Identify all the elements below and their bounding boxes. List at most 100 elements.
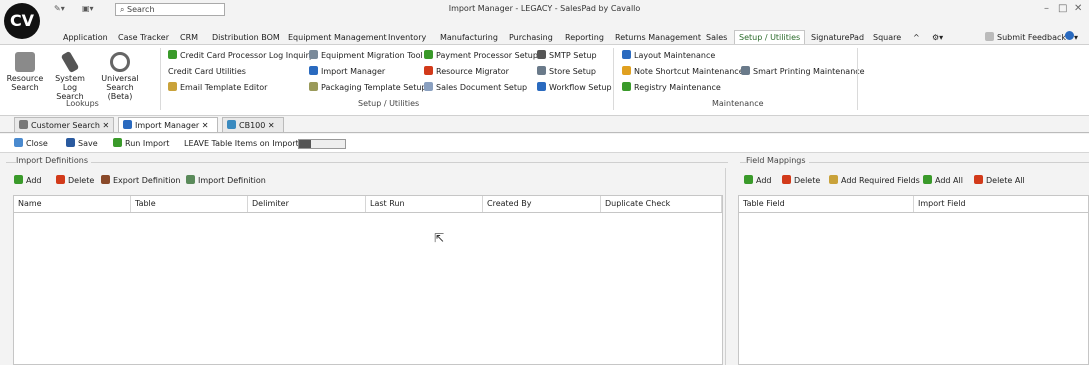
close-button[interactable]: ✕ <box>1074 3 1082 14</box>
leave-table-items-toggle[interactable] <box>298 139 346 149</box>
smart-printing-button[interactable]: Smart Printing Maintenance <box>741 66 865 78</box>
col-header-table-field[interactable]: Table Field <box>739 196 914 212</box>
run-import-button[interactable]: Run Import <box>113 138 169 150</box>
field-mappings-label: Field Mappings <box>746 156 809 165</box>
help-icon[interactable]: ▾ <box>1065 31 1078 44</box>
close-tab-icon[interactable]: ✕ <box>268 121 275 130</box>
tab-cb100[interactable]: CB100 ✕ <box>222 117 284 132</box>
payment-icon <box>424 50 433 59</box>
submit-feedback-button[interactable]: Submit Feedback <box>985 31 1066 44</box>
panel-splitter[interactable] <box>725 168 738 365</box>
email-template-editor-label: Email Template Editor <box>180 83 268 92</box>
minimize-button[interactable]: – <box>1044 3 1049 14</box>
settings-icon[interactable]: ⚙▾ <box>932 31 943 44</box>
smtp-setup-label: SMTP Setup <box>549 51 597 60</box>
layout-maintenance-label: Layout Maintenance <box>634 51 716 60</box>
packaging-template-button[interactable]: Packaging Template Setup <box>309 82 426 94</box>
payment-processor-button[interactable]: Payment Processor Setup <box>424 50 538 62</box>
add-required-fields-button[interactable]: Add Required Fields <box>829 175 920 187</box>
ribbon-tab-crm[interactable]: CRM <box>180 31 198 44</box>
save-button[interactable]: Save <box>66 138 98 150</box>
ribbon-tab-reporting[interactable]: Reporting <box>565 31 604 44</box>
col-header-duplicate-check[interactable]: Duplicate Check <box>601 196 722 212</box>
note-shortcut-button[interactable]: Note Shortcut Maintenance <box>622 66 744 78</box>
import-definitions-label: Import Definitions <box>16 156 91 165</box>
mapping-delete-button[interactable]: Delete <box>782 175 820 187</box>
ribbon-tab-purchasing[interactable]: Purchasing <box>509 31 553 44</box>
document-icon <box>424 82 433 91</box>
col-header-table[interactable]: Table <box>131 196 248 212</box>
definition-delete-label: Delete <box>68 176 95 185</box>
add-all-button[interactable]: Add All <box>923 175 963 187</box>
ribbon-tab-sales[interactable]: Sales <box>706 31 727 44</box>
resource-icon <box>424 66 433 75</box>
close-window-icon <box>14 138 23 147</box>
col-header-delimiter[interactable]: Delimiter <box>248 196 366 212</box>
mapping-add-button[interactable]: Add <box>744 175 772 187</box>
definition-delete-button[interactable]: Delete <box>56 175 94 187</box>
import-definitions-grid[interactable]: Name Table Delimiter Last Run Created By… <box>13 195 723 365</box>
tab-import-manager-label: Import Manager <box>135 121 200 130</box>
arrow-right-icon <box>113 138 122 147</box>
group-divider <box>857 48 858 110</box>
ribbon-tab-application[interactable]: Application <box>63 31 108 44</box>
user-icon <box>19 120 28 129</box>
ribbon-collapse-button[interactable]: ^ <box>913 31 920 44</box>
close-doc-button[interactable]: Close <box>14 138 48 150</box>
resource-migrator-button[interactable]: Resource Migrator <box>424 66 509 78</box>
system-log-search-label: System Log Search <box>55 74 85 101</box>
layout-icon <box>622 50 631 59</box>
ribbon-tab-square[interactable]: Square <box>873 31 901 44</box>
col-header-name[interactable]: Name <box>14 196 131 212</box>
cc-utilities-button[interactable]: Credit Card Utilities <box>168 66 246 78</box>
maximize-button[interactable]: □ <box>1058 3 1067 14</box>
resource-migrator-label: Resource Migrator <box>436 67 509 76</box>
tab-customer-search[interactable]: Customer Search ✕ <box>14 117 114 132</box>
import-manager-label: Import Manager <box>321 67 386 76</box>
ribbon-tab-signaturepad[interactable]: SignaturePad <box>811 31 864 44</box>
mapping-add-label: Add <box>756 176 772 185</box>
import-definition-button[interactable]: Import Definition <box>186 175 266 187</box>
workflow-setup-button[interactable]: Workflow Setup <box>537 82 612 94</box>
ribbon-tab-manufacturing[interactable]: Manufacturing <box>440 31 498 44</box>
field-mappings-grid[interactable]: Table Field Import Field <box>738 195 1089 365</box>
cc-processor-log-button[interactable]: Credit Card Processor Log Inquiry <box>168 50 314 62</box>
export-definition-button[interactable]: Export Definition <box>101 175 180 187</box>
ribbon-tab-distribution-bom[interactable]: Distribution BOM <box>212 31 280 44</box>
note-shortcut-label: Note Shortcut Maintenance <box>634 67 744 76</box>
universal-search-button[interactable]: Universal Search (Beta) <box>96 52 144 101</box>
close-tab-icon[interactable]: ✕ <box>102 121 109 130</box>
plus-icon <box>744 175 753 184</box>
col-header-last-run[interactable]: Last Run <box>366 196 483 212</box>
document-search-icon <box>15 52 35 72</box>
ribbon-tab-case-tracker[interactable]: Case Tracker <box>118 31 169 44</box>
ribbon-tab-setup-utilities[interactable]: Setup / Utilities <box>734 30 806 45</box>
system-log-search-button[interactable]: System Log Search <box>50 50 90 101</box>
email-template-editor-button[interactable]: Email Template Editor <box>168 82 267 94</box>
ribbon-tab-inventory[interactable]: Inventory <box>388 31 426 44</box>
resource-search-button[interactable]: Resource Search <box>5 52 45 92</box>
close-tab-icon[interactable]: ✕ <box>202 121 209 130</box>
ribbon-tab-returns-management[interactable]: Returns Management <box>615 31 701 44</box>
sales-document-setup-button[interactable]: Sales Document Setup <box>424 82 527 94</box>
migration-icon <box>309 50 318 59</box>
definition-add-button[interactable]: Add <box>14 175 42 187</box>
registry-maintenance-label: Registry Maintenance <box>634 83 721 92</box>
smtp-icon <box>537 50 546 59</box>
layout-maintenance-button[interactable]: Layout Maintenance <box>622 50 715 62</box>
store-setup-button[interactable]: Store Setup <box>537 66 596 78</box>
ribbon-tab-equipment-management[interactable]: Equipment Management <box>288 31 387 44</box>
import-manager-button[interactable]: Import Manager <box>309 66 385 78</box>
registry-maintenance-button[interactable]: Registry Maintenance <box>622 82 721 94</box>
tab-import-manager[interactable]: Import Manager ✕ <box>118 117 218 132</box>
save-label: Save <box>78 139 98 148</box>
smtp-setup-button[interactable]: SMTP Setup <box>537 50 597 62</box>
card-icon <box>168 50 177 59</box>
equipment-migration-button[interactable]: Equipment Migration Tool <box>309 50 423 62</box>
workflow-icon <box>537 82 546 91</box>
delete-all-button[interactable]: Delete All <box>974 175 1025 187</box>
add-all-icon <box>923 175 932 184</box>
col-header-import-field[interactable]: Import Field <box>914 196 1088 212</box>
delete-all-label: Delete All <box>986 176 1025 185</box>
col-header-created-by[interactable]: Created By <box>483 196 601 212</box>
